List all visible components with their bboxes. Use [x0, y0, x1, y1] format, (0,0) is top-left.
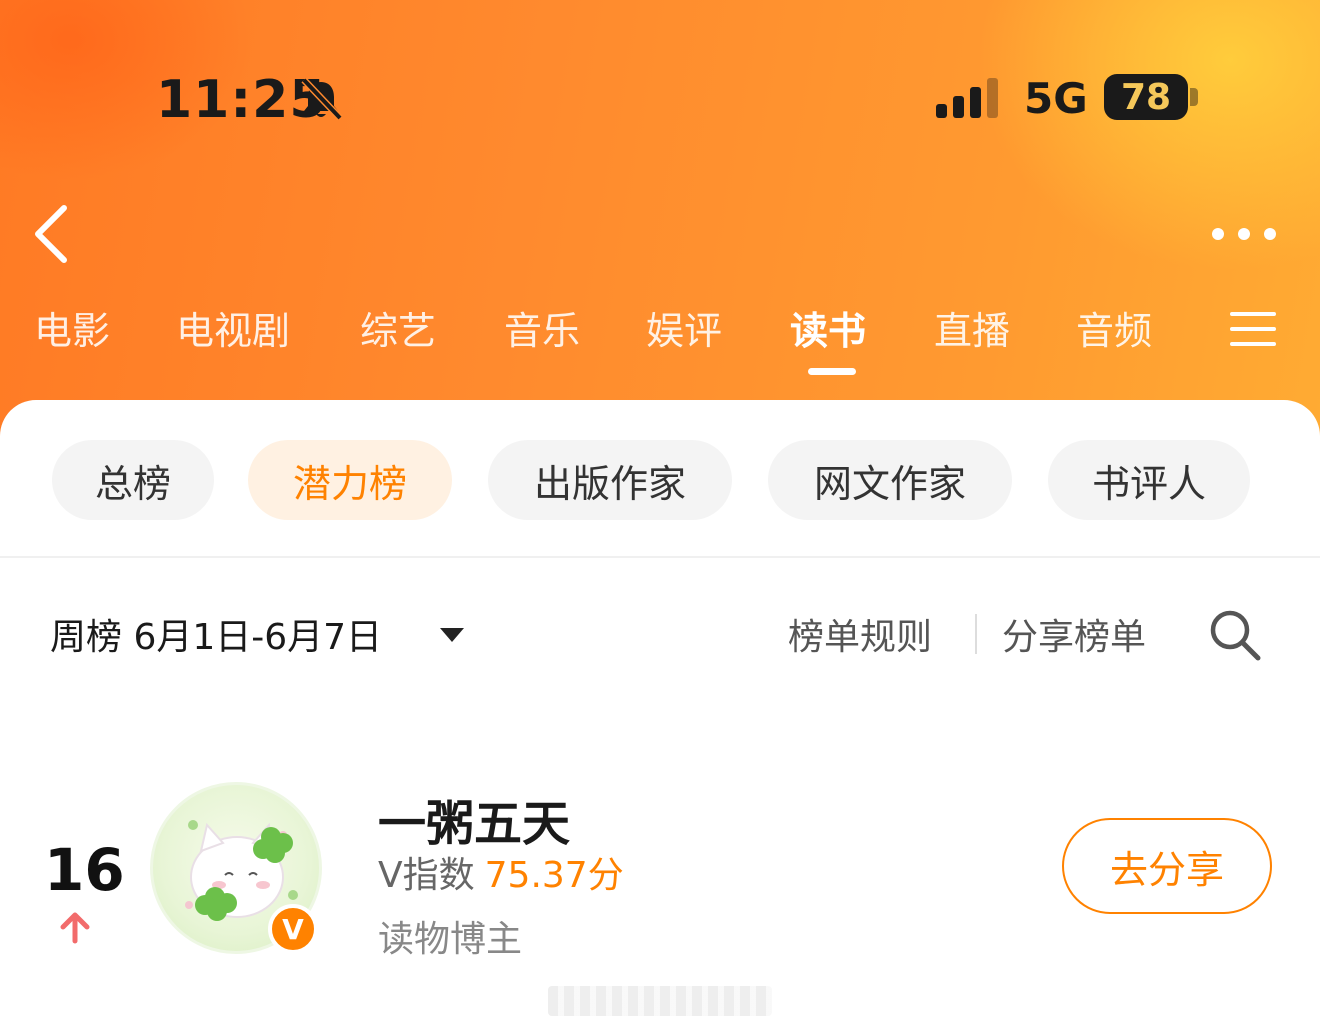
- tab-reading[interactable]: 读书: [790, 300, 866, 355]
- list-toolbar: 周榜 6月1日-6月7日 榜单规则 分享榜单: [0, 600, 1320, 670]
- caret-down-icon[interactable]: [440, 628, 464, 642]
- verified-badge: V: [268, 904, 318, 954]
- battery-cap: [1190, 88, 1198, 106]
- section-divider: [0, 556, 1320, 558]
- chip-published-authors[interactable]: 出版作家: [488, 440, 732, 520]
- chip-book-reviewers[interactable]: 书评人: [1048, 440, 1250, 520]
- network-type: 5G: [1024, 74, 1088, 123]
- battery-level: 78: [1104, 74, 1188, 120]
- tab-audio[interactable]: 音频: [1076, 300, 1152, 355]
- arrow-up-icon: [60, 912, 90, 944]
- watermark-fade: [548, 986, 772, 1016]
- menu-lines-icon[interactable]: [1230, 310, 1276, 348]
- category-tabs: 电影 电视剧 综艺 音乐 娱评 读书 直播 音频: [0, 300, 1320, 380]
- chip-potential[interactable]: 潜力榜: [248, 440, 452, 520]
- signal-icon: [936, 78, 998, 118]
- v-index-score: 75.37分: [484, 855, 624, 896]
- tab-music[interactable]: 音乐: [504, 300, 580, 355]
- link-separator: [975, 614, 977, 654]
- tab-live[interactable]: 直播: [934, 300, 1010, 355]
- user-name[interactable]: 一粥五天: [378, 784, 570, 854]
- v-index: V指数 75.37分: [378, 846, 624, 898]
- period-selector[interactable]: 周榜 6月1日-6月7日: [50, 608, 382, 660]
- tab-variety[interactable]: 综艺: [360, 300, 436, 355]
- rank-number: 16: [44, 836, 125, 904]
- search-icon[interactable]: [1208, 608, 1262, 662]
- user-role: 读物博主: [378, 919, 523, 960]
- chevron-left-icon[interactable]: [30, 204, 74, 264]
- tab-ent-review[interactable]: 娱评: [646, 300, 722, 355]
- ranking-entry[interactable]: 16 V 一粥五天 V指数 75.37分 读物博主 去分享: [0, 770, 1320, 970]
- bell-muted-icon: [301, 77, 343, 121]
- tab-movie[interactable]: 电影: [34, 300, 110, 355]
- chip-overall[interactable]: 总榜: [52, 440, 214, 520]
- v-index-label: V指数: [378, 855, 475, 896]
- tab-tv-series[interactable]: 电视剧: [176, 300, 290, 355]
- chip-web-authors[interactable]: 网文作家: [768, 440, 1012, 520]
- active-tab-indicator: [808, 368, 856, 375]
- rules-link[interactable]: 榜单规则: [788, 608, 932, 660]
- more-dots-icon[interactable]: [1208, 220, 1280, 248]
- status-bar: 11:25 5G 78: [0, 0, 1320, 160]
- share-button[interactable]: 去分享: [1062, 818, 1272, 914]
- share-list-link[interactable]: 分享榜单: [1002, 608, 1146, 660]
